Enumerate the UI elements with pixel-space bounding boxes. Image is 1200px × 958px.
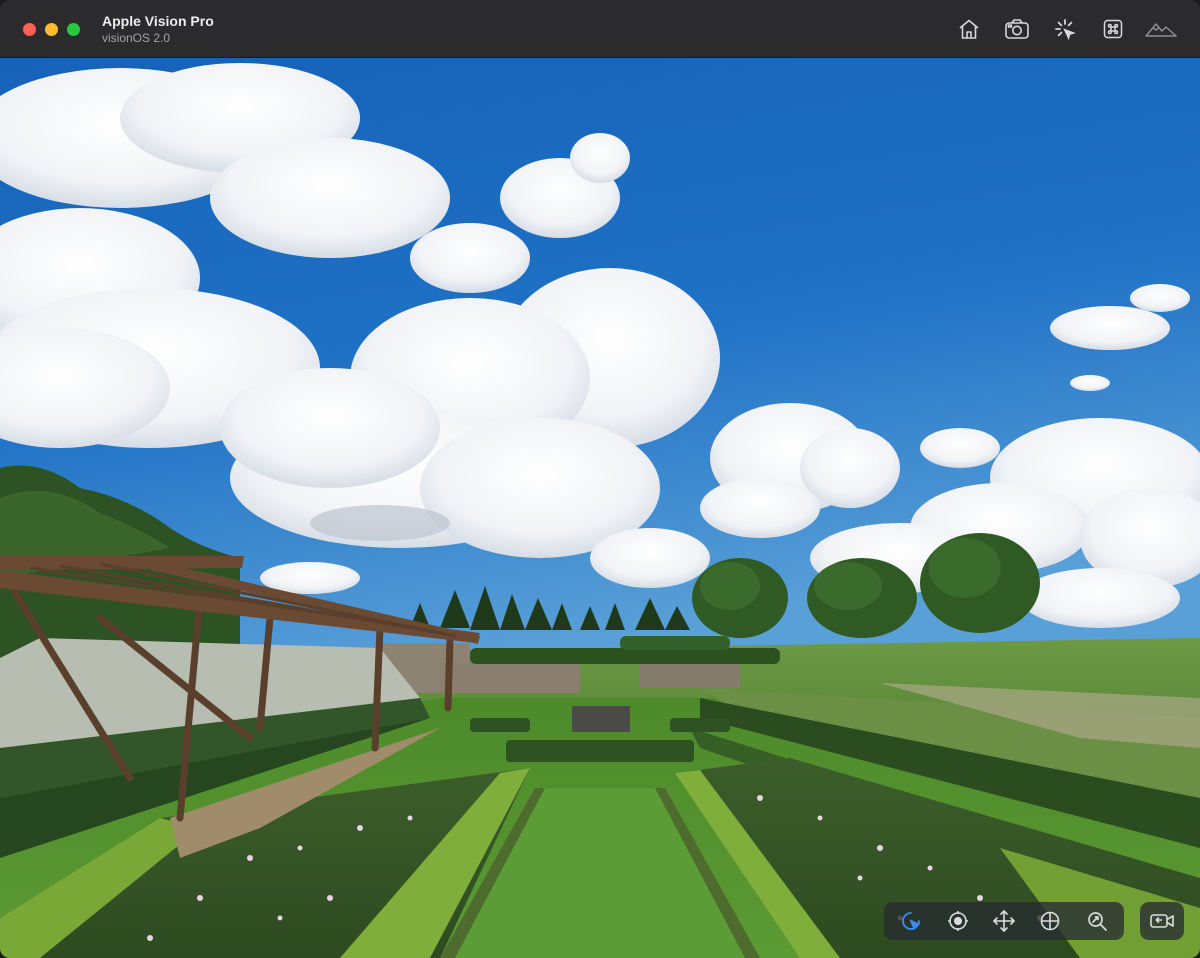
home-icon	[959, 19, 979, 39]
select-mode-button[interactable]	[892, 905, 930, 937]
garden-environment-image	[0, 58, 1200, 958]
pan-mode-button[interactable]	[985, 905, 1023, 937]
screenshot-camera-icon	[1005, 19, 1029, 39]
environment-mountains-icon	[1145, 23, 1177, 37]
zoom-window-button[interactable]	[67, 23, 80, 36]
minimize-window-button[interactable]	[45, 23, 58, 36]
command-key-icon	[1103, 19, 1123, 39]
toolbar-icons	[952, 14, 1178, 44]
interaction-mode-bar	[884, 902, 1124, 940]
orbit-mode-button[interactable]	[1031, 905, 1069, 937]
simulator-window: Apple Vision Pro visionOS 2.0	[0, 0, 1200, 958]
screenshot-button[interactable]	[1000, 14, 1034, 44]
orbit-sphere-icon	[1041, 911, 1060, 931]
title-bar: Apple Vision Pro visionOS 2.0	[0, 0, 1200, 58]
loading-spinner-icon	[1055, 19, 1076, 40]
zoom-magnifier-icon	[1087, 912, 1107, 931]
camera-switch-button[interactable]	[1140, 902, 1184, 940]
interaction-button[interactable]	[1048, 14, 1082, 44]
window-title: Apple Vision Pro	[102, 13, 214, 29]
tap-pointer-icon	[902, 912, 921, 931]
keyboard-shortcut-button[interactable]	[1096, 14, 1130, 44]
title-block: Apple Vision Pro visionOS 2.0	[102, 13, 214, 46]
environment-button[interactable]	[1144, 14, 1178, 44]
zoom-mode-button[interactable]	[1078, 905, 1116, 937]
immersive-environment-view[interactable]	[0, 58, 1200, 958]
home-button[interactable]	[952, 14, 986, 44]
camera-switch-icon	[1150, 914, 1174, 928]
window-subtitle: visionOS 2.0	[102, 31, 171, 45]
look-target-icon	[947, 911, 968, 931]
close-window-button[interactable]	[23, 23, 36, 36]
move-arrows-icon	[993, 910, 1015, 932]
look-mode-button[interactable]	[939, 905, 977, 937]
